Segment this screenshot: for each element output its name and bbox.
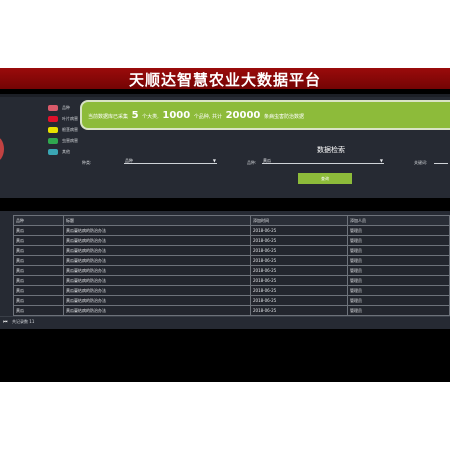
cell-date: 2018-06-25 <box>250 295 348 306</box>
cell-author: 管理员 <box>347 275 450 286</box>
record-total: 共记录数 11 <box>12 319 35 324</box>
cell-date: 2018-06-25 <box>250 225 348 236</box>
stats-prefix: 当前数据库已采集 <box>88 114 129 120</box>
type-label: 种类: <box>82 160 92 165</box>
cell-variety: 黄瓜 <box>13 255 64 266</box>
chevron-down-icon: ▼ <box>212 158 216 163</box>
stats-mid2: 个品种, 共计 <box>193 114 222 120</box>
panel-divider <box>0 94 450 97</box>
legend-label: 根茎病害 <box>62 127 78 132</box>
cell-date: 2018-06-25 <box>250 235 348 246</box>
table-row[interactable]: 黄瓜 黄瓜蔓枯病的防治办法 2018-06-25 管理员 <box>13 225 450 236</box>
cell-date: 2018-06-25 <box>250 245 348 256</box>
legend-label: 品种 <box>62 105 70 110</box>
cell-variety: 黄瓜 <box>13 295 64 306</box>
cell-author: 管理员 <box>347 255 450 266</box>
cell-author: 管理员 <box>347 225 450 236</box>
variety-select[interactable]: 黄瓜 ▼ <box>262 158 384 164</box>
cell-author: 管理员 <box>347 265 450 276</box>
cell-date: 2018-06-25 <box>250 305 348 316</box>
cell-variety: 黄瓜 <box>13 305 64 316</box>
stats-suffix: 条病虫害防治数据 <box>263 114 304 120</box>
first-page-icon[interactable]: ⏮ <box>3 319 8 325</box>
column-header: 品种 <box>13 215 64 226</box>
results-panel: 品种 标题 添加时间 添加人员 黄瓜 黄瓜蔓枯病的防治办法 2018-06-25… <box>0 211 450 329</box>
variety-label: 品种: <box>247 160 257 165</box>
table-row[interactable]: 黄瓜 黄瓜蔓枯病的防治办法 2018-06-25 管理员 <box>13 235 450 246</box>
pagination-bar: ⏮ 共记录数 11 <box>0 316 450 328</box>
app-frame: 天顺达智慧农业大数据平台 品种 叶片病害 根茎病害 虫害病害 其他 当前数据库已… <box>0 68 450 382</box>
decorative-circle <box>0 136 4 162</box>
cell-variety: 黄瓜 <box>13 265 64 276</box>
cell-title[interactable]: 黄瓜蔓枯病的防治办法 <box>63 305 251 316</box>
variety-count: 1000 <box>162 110 191 121</box>
cell-variety: 黄瓜 <box>13 245 64 256</box>
legend-swatch <box>48 138 58 144</box>
table-row[interactable]: 黄瓜 黄瓜蔓枯病的防治办法 2018-06-25 管理员 <box>13 265 450 276</box>
table-row[interactable]: 黄瓜 黄瓜蔓枯病的防治办法 2018-06-25 管理员 <box>13 275 450 286</box>
legend-swatch <box>48 116 58 122</box>
variety-select-value: 黄瓜 <box>263 158 271 163</box>
cell-author: 管理员 <box>347 305 450 316</box>
cell-title[interactable]: 黄瓜蔓枯病的防治办法 <box>63 225 251 236</box>
table-row[interactable]: 黄瓜 黄瓜蔓枯病的防治办法 2018-06-25 管理员 <box>13 255 450 266</box>
table-row[interactable]: 黄瓜 黄瓜蔓枯病的防治办法 2018-06-25 管理员 <box>13 295 450 306</box>
column-header: 添加人员 <box>347 215 450 226</box>
keyword-input[interactable] <box>434 158 448 164</box>
cell-title[interactable]: 黄瓜蔓枯病的防治办法 <box>63 235 251 246</box>
cell-title[interactable]: 黄瓜蔓枯病的防治办法 <box>63 265 251 276</box>
record-count: 20000 <box>225 110 261 121</box>
legend-label: 叶片病害 <box>62 116 78 121</box>
summary-panel: 品种 叶片病害 根茎病害 虫害病害 其他 当前数据库已采集 5 个大类, 100… <box>0 94 450 198</box>
query-button[interactable]: 查询 <box>298 173 352 184</box>
stats-summary: 当前数据库已采集 5 个大类, 1000 个品种, 共计 20000 条病虫害防… <box>88 107 304 126</box>
page-title: 天顺达智慧农业大数据平台 <box>128 71 321 89</box>
legend-swatch <box>48 127 58 133</box>
cell-variety: 黄瓜 <box>13 285 64 296</box>
table-row[interactable]: 黄瓜 黄瓜蔓枯病的防治办法 2018-06-25 管理员 <box>13 305 450 316</box>
type-select-value: 品种 <box>125 158 133 163</box>
cell-author: 管理员 <box>347 245 450 256</box>
column-header: 添加时间 <box>250 215 348 226</box>
header-banner: 天顺达智慧农业大数据平台 <box>0 68 450 89</box>
chevron-down-icon: ▼ <box>379 158 383 163</box>
cell-author: 管理员 <box>347 235 450 246</box>
stats-banner: 当前数据库已采集 5 个大类, 1000 个品种, 共计 20000 条病虫害防… <box>80 100 450 130</box>
cell-variety: 黄瓜 <box>13 275 64 286</box>
cell-date: 2018-06-25 <box>250 285 348 296</box>
cell-date: 2018-06-25 <box>250 265 348 276</box>
category-count: 5 <box>131 110 139 121</box>
legend-label: 其他 <box>62 149 70 154</box>
cell-title[interactable]: 黄瓜蔓枯病的防治办法 <box>63 285 251 296</box>
table-row[interactable]: 黄瓜 黄瓜蔓枯病的防治办法 2018-06-25 管理员 <box>13 245 450 256</box>
type-select[interactable]: 品种 ▼ <box>124 158 217 164</box>
cell-title[interactable]: 黄瓜蔓枯病的防治办法 <box>63 295 251 306</box>
table-header-row: 品种 标题 添加时间 添加人员 <box>13 215 450 226</box>
legend-label: 虫害病害 <box>62 138 78 143</box>
keyword-label: 关键词: <box>414 160 428 165</box>
cell-variety: 黄瓜 <box>13 225 64 236</box>
cell-date: 2018-06-25 <box>250 275 348 286</box>
cell-title[interactable]: 黄瓜蔓枯病的防治办法 <box>63 245 251 256</box>
legend-swatch <box>48 149 58 155</box>
table-row[interactable]: 黄瓜 黄瓜蔓枯病的防治办法 2018-06-25 管理员 <box>13 285 450 296</box>
query-title: 数据检索 <box>317 146 345 154</box>
cell-author: 管理员 <box>347 285 450 296</box>
column-header: 标题 <box>63 215 251 226</box>
cell-title[interactable]: 黄瓜蔓枯病的防治办法 <box>63 275 251 286</box>
legend-swatch <box>48 105 58 111</box>
cell-title[interactable]: 黄瓜蔓枯病的防治办法 <box>63 255 251 266</box>
cell-date: 2018-06-25 <box>250 255 348 266</box>
stats-mid1: 个大类, <box>142 114 159 120</box>
cell-author: 管理员 <box>347 295 450 306</box>
results-table: 品种 标题 添加时间 添加人员 黄瓜 黄瓜蔓枯病的防治办法 2018-06-25… <box>13 215 450 326</box>
cell-variety: 黄瓜 <box>13 235 64 246</box>
